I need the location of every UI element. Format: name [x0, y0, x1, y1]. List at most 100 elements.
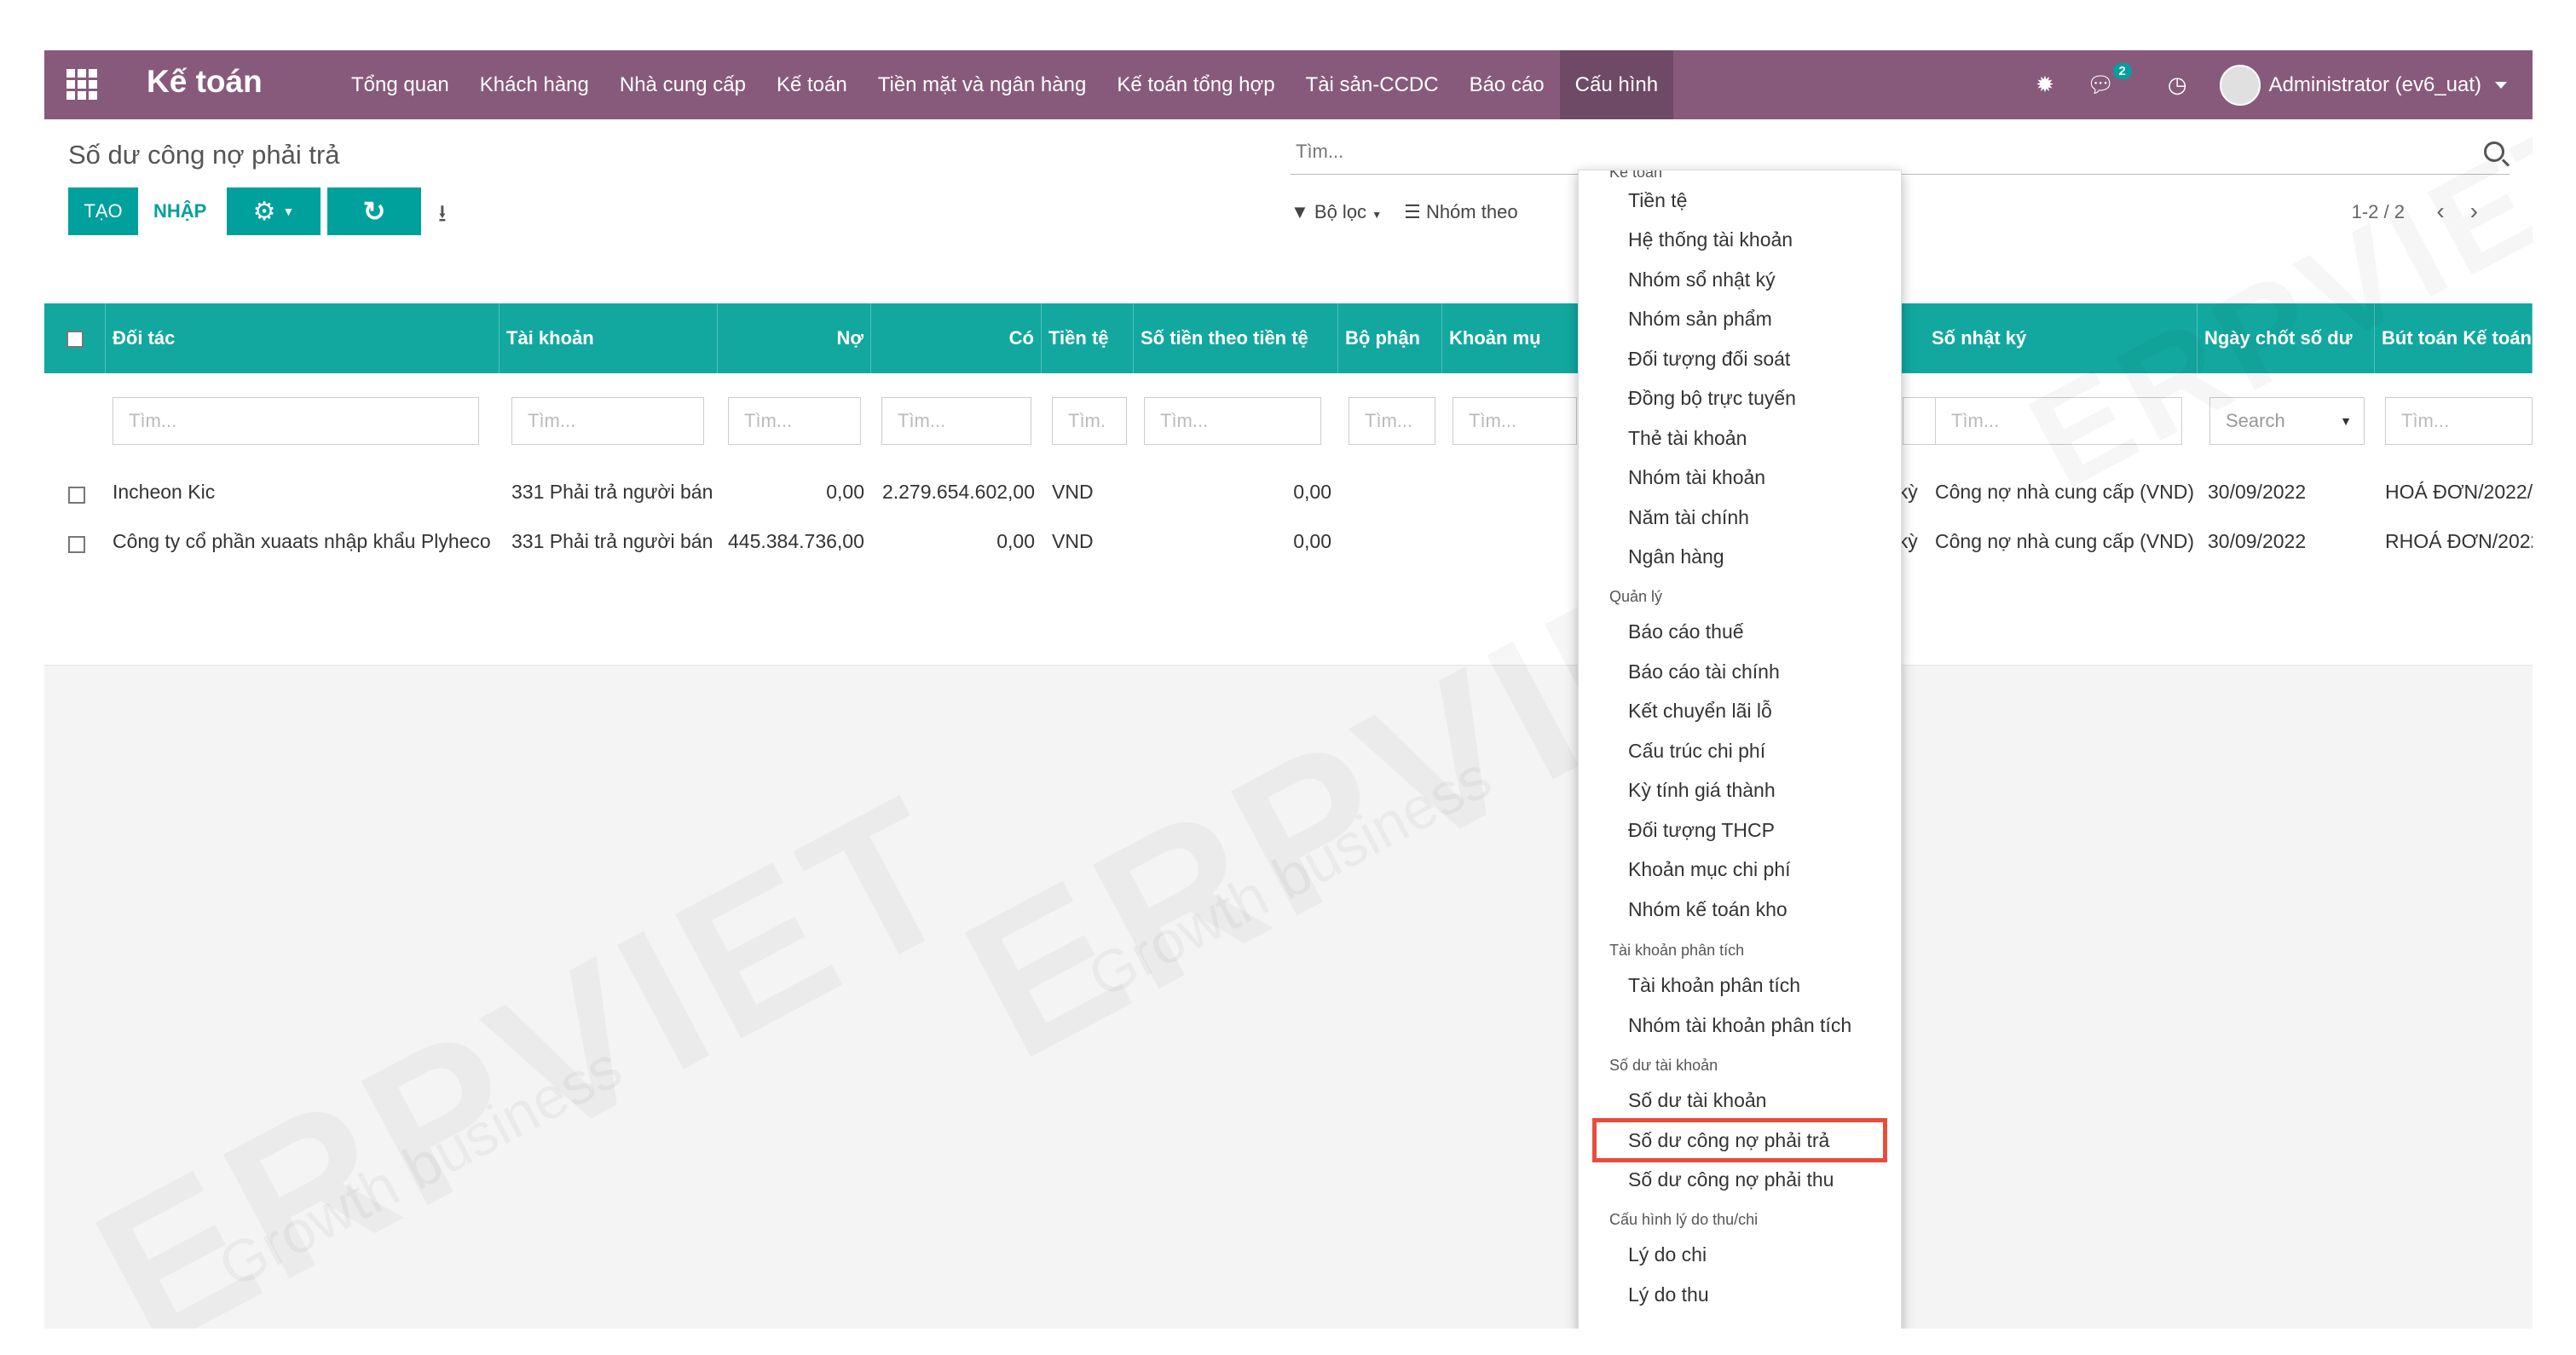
- column-header[interactable]: Số tiền theo tiền tệ: [1134, 303, 1338, 373]
- filter-input-move[interactable]: Tìm...: [2385, 397, 2533, 445]
- menu-item-ly-do-thu[interactable]: Lý do thu: [1628, 1283, 1709, 1306]
- avatar[interactable]: [2219, 64, 2261, 106]
- download-icon[interactable]: ⭳: [438, 196, 447, 237]
- menu-item-doi-tuong-doi-soat[interactable]: Đối tượng đối soát: [1628, 348, 1790, 371]
- cell-amount-currency: 0,00: [1293, 530, 1331, 552]
- menu-item-ly-do-chi[interactable]: Lý do chi: [1628, 1243, 1707, 1266]
- menu-item-nhom-san-pham[interactable]: Nhóm sản phẩm: [1628, 308, 1772, 331]
- user-caret-icon[interactable]: [2495, 81, 2507, 89]
- filter-input-credit[interactable]: Tìm...: [881, 397, 1031, 445]
- caret-down-icon: ▼: [282, 205, 295, 218]
- group-label: Nhóm theo: [1425, 201, 1518, 222]
- cell-date: 30/09/2022: [2208, 530, 2307, 552]
- filter-input-journal[interactable]: Tìm...: [1935, 397, 2182, 445]
- group-by-button[interactable]: ☰ Nhóm theo: [1404, 201, 1517, 223]
- pager-next-icon[interactable]: ›: [2470, 198, 2504, 224]
- refresh-button[interactable]: ↻: [327, 187, 421, 235]
- cell-credit: 0,00: [996, 530, 1035, 552]
- column-header[interactable]: Số nhật ký: [1925, 303, 2198, 373]
- import-button[interactable]: NHẬP: [153, 187, 206, 235]
- menu-item-so-du-tai-khoan[interactable]: Số dư tài khoản: [1628, 1089, 1766, 1112]
- menu-item-nhom-tai-khoan-phan-tich[interactable]: Nhóm tài khoản phân tích: [1628, 1014, 1851, 1037]
- filter-input-department[interactable]: Tìm...: [1349, 397, 1435, 445]
- table-row[interactable]: Incheon Kic 331 Phải trả người bán 0,00 …: [44, 467, 2533, 517]
- filter-toolbar: ▼ Bộ lọc ▼ ☰ Nhóm theo: [1291, 201, 1518, 223]
- row-checkbox[interactable]: [68, 518, 85, 568]
- menu-item-bao-cao-thue[interactable]: Báo cáo thuế: [1628, 620, 1744, 643]
- filter-input-debit[interactable]: Tìm...: [728, 397, 861, 445]
- column-header[interactable]: Đối tác: [106, 303, 500, 373]
- menu-cau-hinh[interactable]: Cấu hình: [1559, 50, 1674, 119]
- column-header[interactable]: Có: [871, 303, 1042, 373]
- menu-item-ket-chuyen-lai-lo[interactable]: Kết chuyển lãi lỗ: [1628, 700, 1772, 723]
- menu-item-nhom-tai-khoan[interactable]: Nhóm tài khoản: [1628, 466, 1765, 489]
- messages-icon[interactable]: 💬︎ 2: [2087, 63, 2132, 98]
- user-menu[interactable]: Administrator (ev6_uat): [2269, 73, 2481, 97]
- filter-button[interactable]: ▼ Bộ lọc ▼: [1291, 201, 1382, 223]
- filter-input-amount-currency[interactable]: Tìm...: [1144, 397, 1321, 445]
- menu-item-nam-tai-chinh[interactable]: Năm tài chính: [1628, 506, 1749, 529]
- menu-ke-toan-tong-hop[interactable]: Kế toán tổng hợp: [1101, 50, 1290, 119]
- menu-item-so-du-cong-no-phai-thu[interactable]: Số dư công nợ phải thu: [1628, 1168, 1834, 1191]
- pager-nav: ‹›: [2436, 198, 2504, 225]
- app-window: Kế toán Tổng quan Khách hàng Nhà cung cấ…: [44, 50, 2533, 1329]
- pager-prev-icon[interactable]: ‹: [2436, 198, 2469, 224]
- cell-currency: VND: [1052, 481, 1094, 503]
- filter-label: Bộ lọc: [1314, 201, 1367, 222]
- column-header[interactable]: Ngày chốt số dư: [2198, 303, 2375, 373]
- menu-item-nhom-so-nhat-ky[interactable]: Nhóm sổ nhật ký: [1628, 268, 1776, 291]
- filter-input-item[interactable]: Tìm...: [1453, 397, 1577, 445]
- filter-select-date[interactable]: Search ▼: [2209, 397, 2365, 445]
- menu-tong-quan[interactable]: Tổng quan: [336, 50, 465, 119]
- menu-item-tien-te[interactable]: Tiền tệ: [1628, 189, 1687, 212]
- menu-item-khoan-muc-chi-phi[interactable]: Khoản mục chi phí: [1628, 858, 1791, 881]
- column-header[interactable]: Nợ: [718, 303, 871, 373]
- menu-item-he-thong-tai-khoan[interactable]: Hệ thống tài khoản: [1628, 228, 1793, 251]
- cell-partner: Incheon Kic: [113, 481, 216, 503]
- search-input[interactable]: [1294, 140, 1724, 164]
- row-checkbox[interactable]: [68, 469, 85, 518]
- cell-date: 30/09/2022: [2208, 481, 2307, 503]
- menu-item-nhom-ke-toan-kho[interactable]: Nhóm kế toán kho: [1628, 898, 1788, 921]
- menu-item-tai-khoan-phan-tich[interactable]: Tài khoản phân tích: [1628, 974, 1800, 997]
- menu-item-bao-cao-tai-chinh[interactable]: Báo cáo tài chính: [1628, 660, 1780, 683]
- menu-bao-cao[interactable]: Báo cáo: [1454, 50, 1560, 119]
- select-all-checkbox[interactable]: [66, 331, 84, 349]
- cell-journal: Công nợ nhà cung cấp (VND): [1935, 481, 2194, 503]
- menu-item-the-tai-khoan[interactable]: Thẻ tài khoản: [1628, 427, 1747, 450]
- menu-item-ngan-hang[interactable]: Ngân hàng: [1628, 545, 1724, 568]
- menu-item-ky-tinh-gia-thanh[interactable]: Kỳ tính giá thành: [1628, 779, 1776, 802]
- column-header[interactable]: Bút toán Kế toán: [2375, 303, 2533, 373]
- highlight-box: [1592, 1118, 1887, 1162]
- app-brand[interactable]: Kế toán: [147, 64, 263, 100]
- menu-tai-san-ccdc[interactable]: Tài sản-CCDC: [1291, 50, 1454, 119]
- config-dropdown-menu: Kế toán Tiền tệ Hệ thống tài khoản Nhóm …: [1578, 170, 1902, 1329]
- menu-khach-hang[interactable]: Khách hàng: [465, 50, 604, 119]
- activity-clock-icon[interactable]: ◷: [2168, 72, 2187, 98]
- menu-item-dong-bo-truc-tuyen[interactable]: Đồng bộ trực tuyến: [1628, 387, 1796, 410]
- menu-item-cau-truc-chi-phi[interactable]: Cấu trúc chi phí: [1628, 740, 1765, 763]
- menu-ke-toan[interactable]: Kế toán: [761, 50, 863, 119]
- control-panel: Số dư công nợ phải trả TẠO NHẬP ⚙ ▼ ↻ ⭳ …: [44, 119, 2533, 304]
- search-icon[interactable]: [2484, 141, 2504, 162]
- filter-select-value: Search: [2226, 410, 2285, 431]
- column-header[interactable]: Tài khoản: [500, 303, 718, 373]
- create-button[interactable]: TẠO: [68, 187, 138, 235]
- filter-input-partner[interactable]: Tìm...: [113, 397, 479, 445]
- table-row[interactable]: Công ty cổ phần xuaats nhập khẩu Plyheco…: [44, 516, 2533, 567]
- bug-icon[interactable]: ✹: [2036, 72, 2054, 98]
- menu-tien-mat-ngan-hang[interactable]: Tiền mặt và ngân hàng: [863, 50, 1102, 119]
- cell-credit: 2.279.654.602,00: [881, 481, 1035, 503]
- menu-item-doi-tuong-thcp[interactable]: Đối tượng THCP: [1628, 819, 1775, 842]
- pager-value[interactable]: 1-2 / 2: [2352, 201, 2405, 223]
- filter-input-account[interactable]: Tìm...: [511, 397, 704, 445]
- apps-grid-icon[interactable]: [66, 69, 97, 100]
- column-header[interactable]: Khoản mụ: [1442, 303, 1579, 373]
- action-gear-button[interactable]: ⚙ ▼: [227, 187, 321, 235]
- select-all-cell: [44, 303, 106, 373]
- cell-account: 331 Phải trả người bán: [511, 530, 713, 552]
- filter-input-currency[interactable]: Tìm.: [1052, 397, 1127, 445]
- column-header[interactable]: Bộ phận: [1338, 303, 1442, 373]
- column-header[interactable]: Tiền tệ: [1042, 303, 1134, 373]
- menu-nha-cung-cap[interactable]: Nhà cung cấp: [604, 50, 761, 119]
